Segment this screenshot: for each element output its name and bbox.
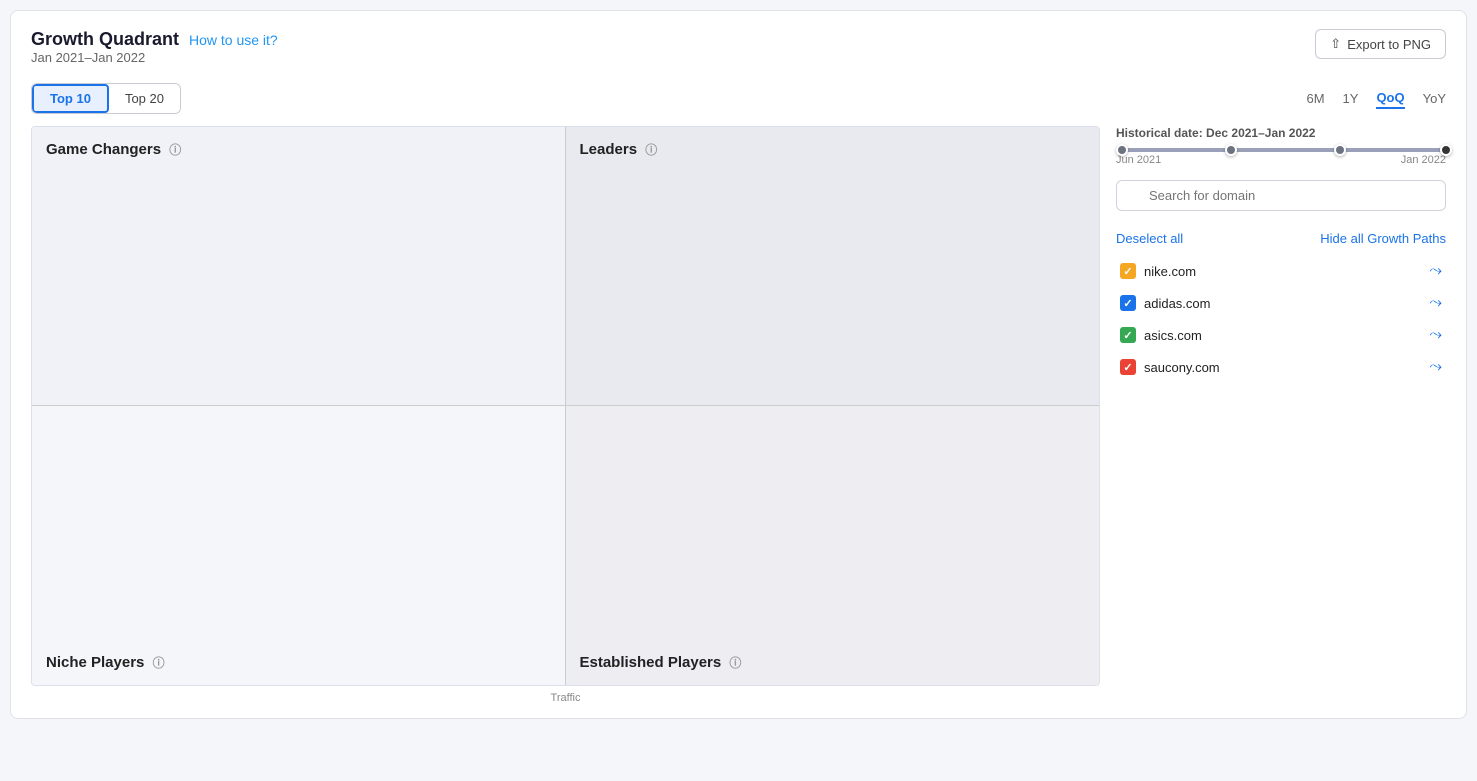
game-changers-info-icon[interactable]: ⓘ <box>169 143 181 157</box>
deselect-all-link[interactable]: Deselect all <box>1116 231 1183 246</box>
action-row: Deselect all Hide all Growth Paths <box>1116 231 1446 246</box>
title-row: Growth Quadrant How to use it? <box>31 29 278 50</box>
adidas-checkmark: ✓ <box>1123 297 1132 310</box>
established-players-label: Established Players ⓘ <box>580 654 742 671</box>
1y-button[interactable]: 1Y <box>1343 89 1359 108</box>
quadrant-game-changers: Game Changers ⓘ <box>32 127 566 406</box>
main-area: Traffic Growth, % saucony.com <box>31 126 1446 704</box>
6m-button[interactable]: 6M <box>1306 89 1324 108</box>
chart-area: Traffic Growth, % saucony.com <box>31 126 1100 704</box>
hide-paths-link[interactable]: Hide all Growth Paths <box>1320 231 1446 246</box>
hist-date-label: Historical date: Dec 2021–Jan 2022 <box>1116 126 1446 140</box>
slider-dot-right[interactable] <box>1440 144 1452 156</box>
header: Growth Quadrant How to use it? Jan 2021–… <box>31 29 1446 79</box>
slider-container <box>1116 148 1446 152</box>
saucony-domain: saucony.com <box>1144 360 1421 375</box>
yoy-button[interactable]: YoY <box>1423 89 1446 108</box>
nike-checkbox[interactable]: ✓ <box>1120 263 1136 279</box>
x-axis-label: Traffic <box>31 692 1100 704</box>
search-wrap: 🔍 <box>1116 180 1446 221</box>
slider-dot-left[interactable] <box>1116 144 1128 156</box>
sidebar: Historical date: Dec 2021–Jan 2022 Jun 2… <box>1116 126 1446 704</box>
domain-item-adidas: ✓ adidas.com ⤳ <box>1116 288 1446 318</box>
slider-right-label: Jan 2022 <box>1401 154 1446 166</box>
controls-row: Top 10 Top 20 6M 1Y QoQ YoY <box>31 83 1446 114</box>
qoq-button[interactable]: QoQ <box>1376 88 1404 109</box>
adidas-domain: adidas.com <box>1144 296 1421 311</box>
upload-icon: ⇧ <box>1330 36 1341 52</box>
slider-dot-mid2[interactable] <box>1334 144 1346 156</box>
established-players-info-icon[interactable]: ⓘ <box>729 656 741 670</box>
adidas-path-icon[interactable]: ⤳ <box>1429 294 1442 312</box>
search-input[interactable] <box>1116 180 1446 211</box>
slider-track <box>1116 148 1446 152</box>
title-area: Growth Quadrant How to use it? Jan 2021–… <box>31 29 278 79</box>
export-button[interactable]: ⇧ Export to PNG <box>1315 29 1446 59</box>
quadrant-leaders: Leaders ⓘ <box>566 127 1100 406</box>
quadrant-established-players: Established Players ⓘ <box>566 406 1100 685</box>
niche-players-label: Niche Players ⓘ <box>46 654 165 671</box>
domain-item-asics: ✓ asics.com ⤳ <box>1116 320 1446 350</box>
nike-path-icon[interactable]: ⤳ <box>1429 262 1442 280</box>
asics-checkbox[interactable]: ✓ <box>1120 327 1136 343</box>
saucony-checkmark: ✓ <box>1123 361 1132 374</box>
asics-domain: asics.com <box>1144 328 1421 343</box>
slider-fill <box>1116 148 1446 152</box>
date-range: Jan 2021–Jan 2022 <box>31 50 278 65</box>
game-changers-label: Game Changers ⓘ <box>46 141 181 158</box>
how-to-link[interactable]: How to use it? <box>189 32 278 48</box>
domain-item-nike: ✓ nike.com ⤳ <box>1116 256 1446 286</box>
export-label: Export to PNG <box>1347 37 1431 52</box>
period-buttons: 6M 1Y QoQ YoY <box>1306 88 1446 109</box>
slider-dot-mid1[interactable] <box>1225 144 1237 156</box>
domain-list: ✓ nike.com ⤳ ✓ adidas.com ⤳ ✓ <box>1116 256 1446 382</box>
nike-checkmark: ✓ <box>1123 265 1132 278</box>
top20-button[interactable]: Top 20 <box>109 84 180 113</box>
main-page: Growth Quadrant How to use it? Jan 2021–… <box>10 10 1467 719</box>
hist-date-value: Dec 2021–Jan 2022 <box>1206 126 1315 140</box>
saucony-path-icon[interactable]: ⤳ <box>1429 358 1442 376</box>
saucony-checkbox[interactable]: ✓ <box>1120 359 1136 375</box>
quadrant-niche-players: Niche Players ⓘ <box>32 406 566 685</box>
asics-checkmark: ✓ <box>1123 329 1132 342</box>
domain-item-saucony: ✓ saucony.com ⤳ <box>1116 352 1446 382</box>
quadrant-grid: Game Changers ⓘ Leaders ⓘ <box>32 127 1099 685</box>
leaders-info-icon[interactable]: ⓘ <box>645 143 657 157</box>
asics-path-icon[interactable]: ⤳ <box>1429 326 1442 344</box>
niche-players-info-icon[interactable]: ⓘ <box>153 656 165 670</box>
leaders-label: Leaders ⓘ <box>580 141 658 158</box>
adidas-checkbox[interactable]: ✓ <box>1120 295 1136 311</box>
top10-button[interactable]: Top 10 <box>32 84 109 113</box>
quadrant-container: saucony.com asics.com <box>31 126 1100 686</box>
top-toggle: Top 10 Top 20 <box>31 83 181 114</box>
nike-domain: nike.com <box>1144 264 1421 279</box>
slider-labels: Jun 2021 Jan 2022 <box>1116 154 1446 166</box>
page-title: Growth Quadrant <box>31 29 179 50</box>
